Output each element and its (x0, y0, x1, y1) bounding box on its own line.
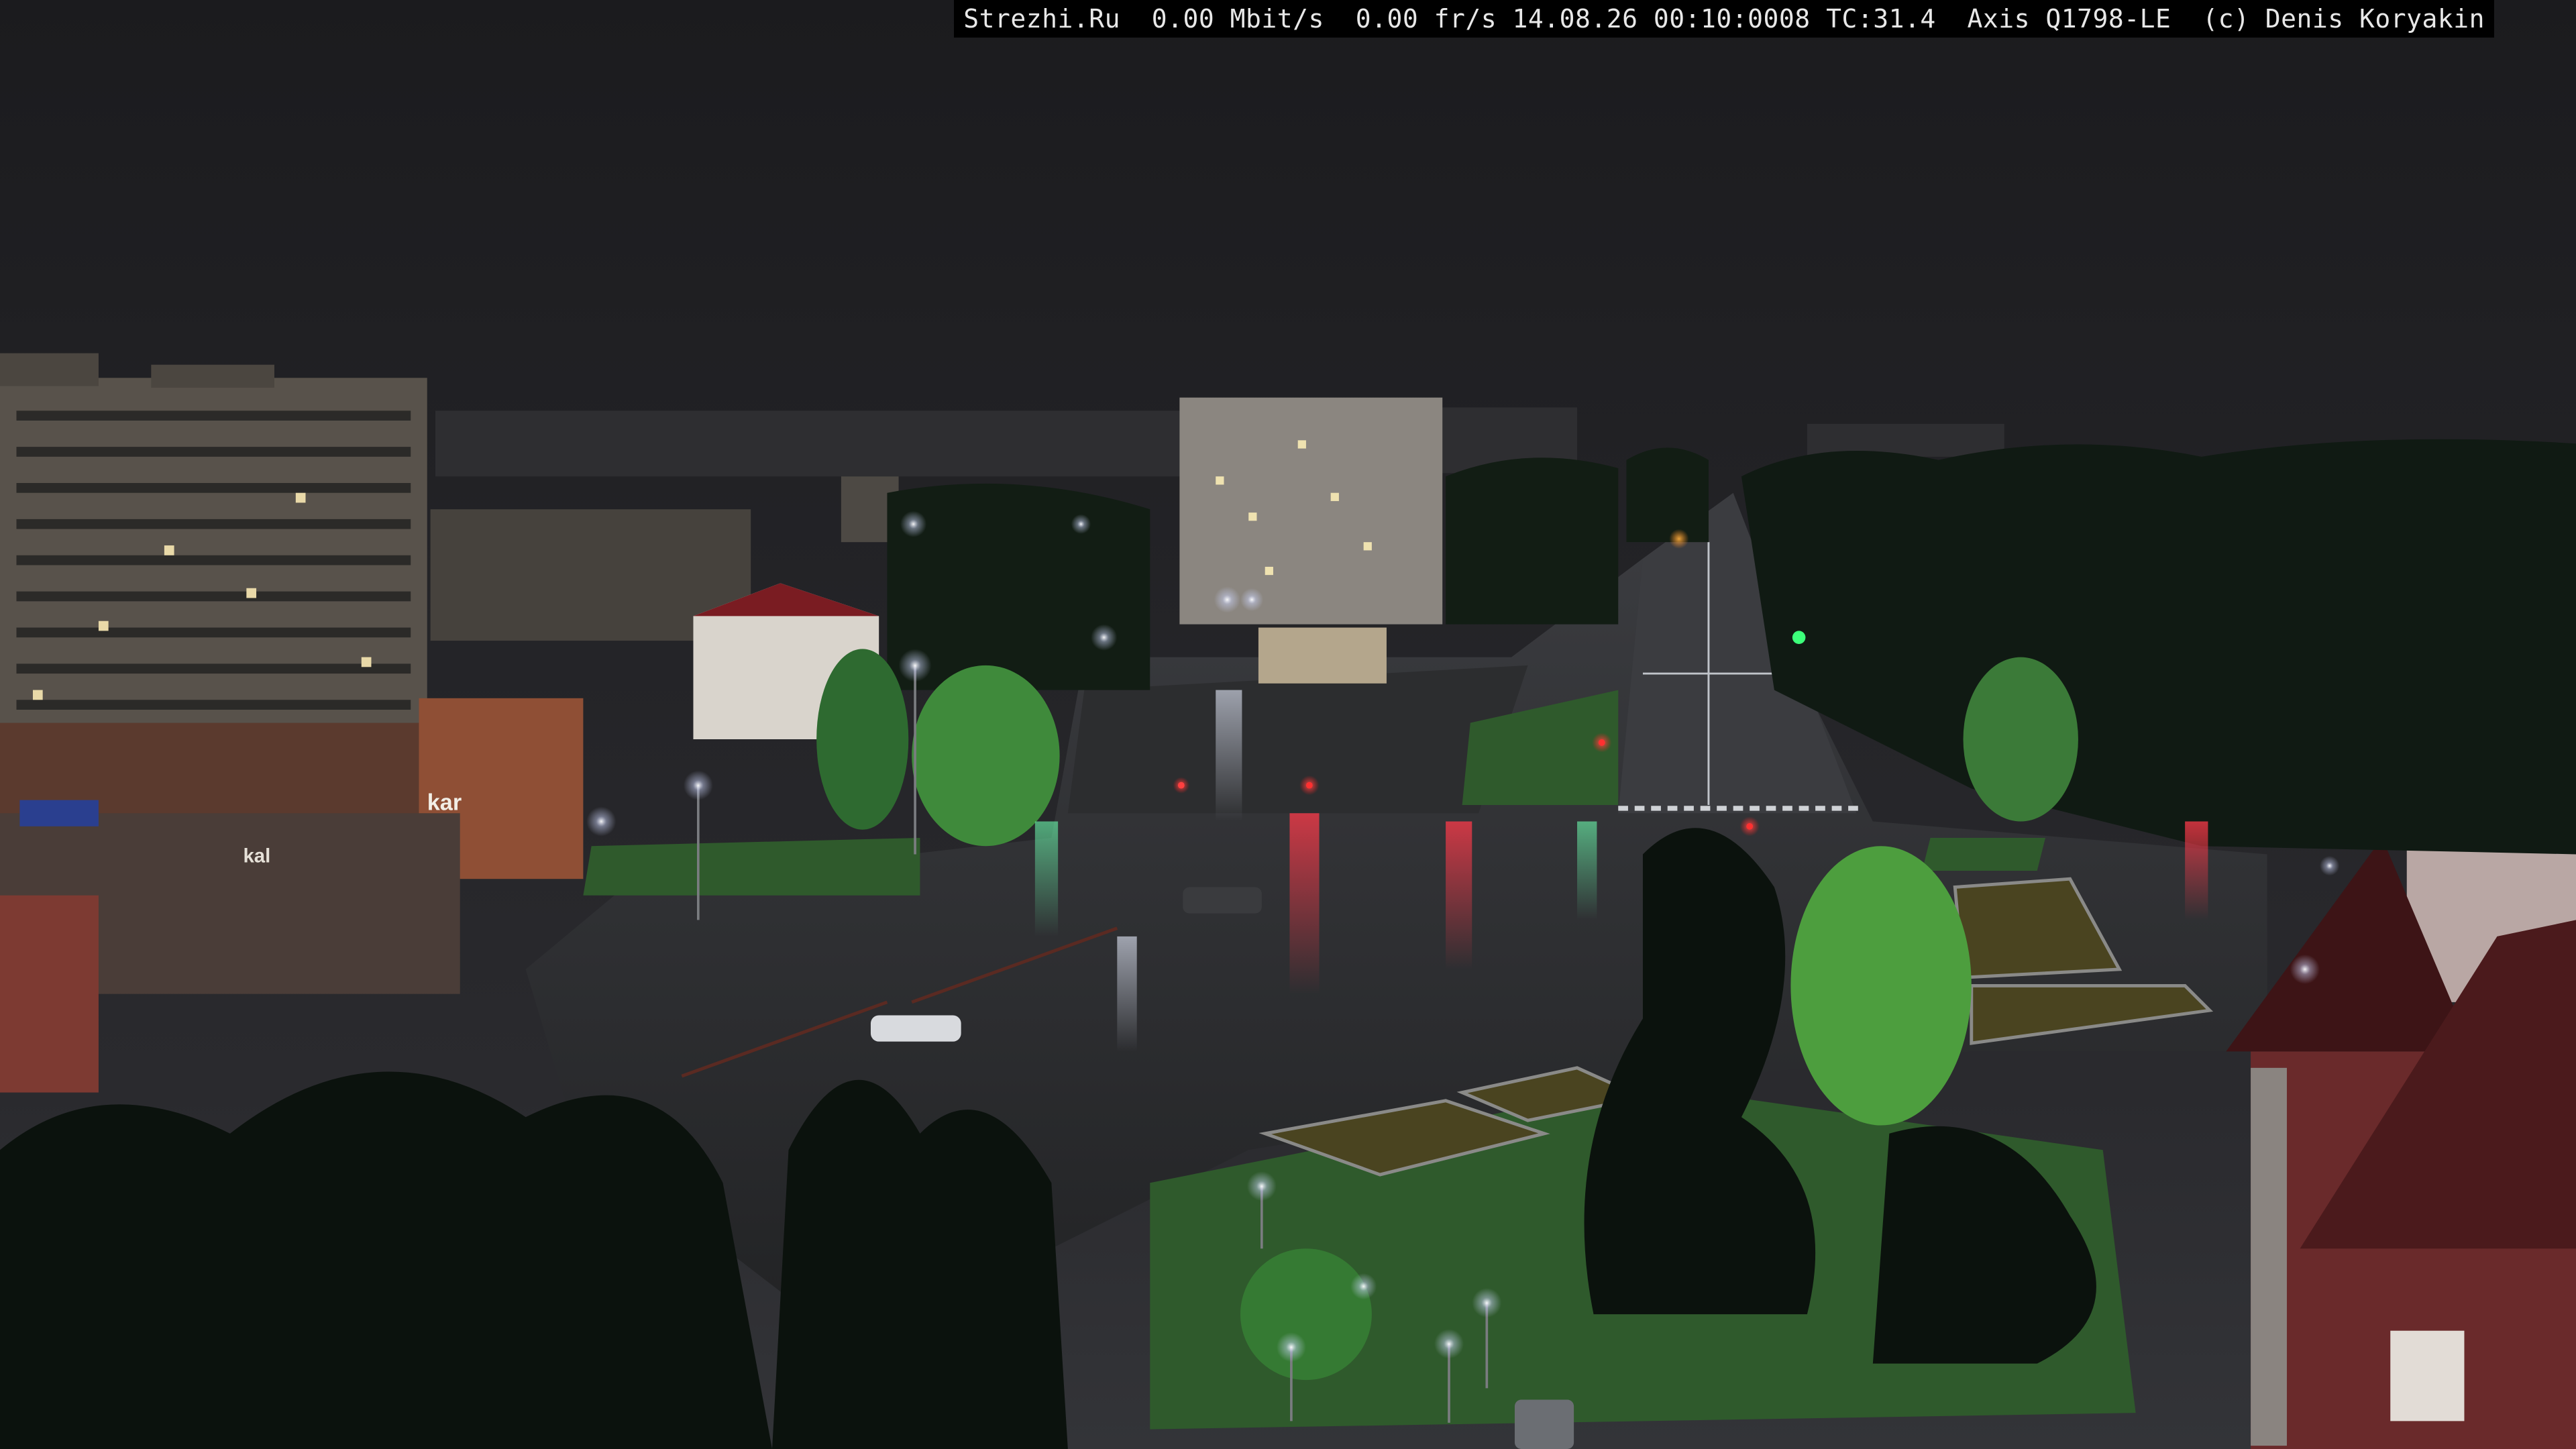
overlay-bitrate: 0.00 Mbit/s (1151, 4, 1324, 34)
shop-sign-kar: kar (427, 790, 462, 815)
camera-info-overlay: Strezhi.Ru 0.00 Mbit/s 0.00 fr/s 14.08.2… (954, 0, 2494, 38)
overlay-framerate: 0.00 fr/s (1355, 4, 1497, 34)
overlay-camera-model: Axis Q1798-LE (1967, 4, 2171, 34)
camera-scene: kar kal (0, 0, 2576, 1449)
overlay-datetime: 14.08.26 00:10:0008 (1512, 4, 1811, 34)
overlay-site: Strezhi.Ru (963, 4, 1120, 34)
shop-sign-kal: kal (243, 845, 270, 867)
overlay-temperature: TC:31.4 (1826, 4, 1936, 34)
overlay-copyright: (c) Denis Koryakin (2202, 4, 2485, 34)
